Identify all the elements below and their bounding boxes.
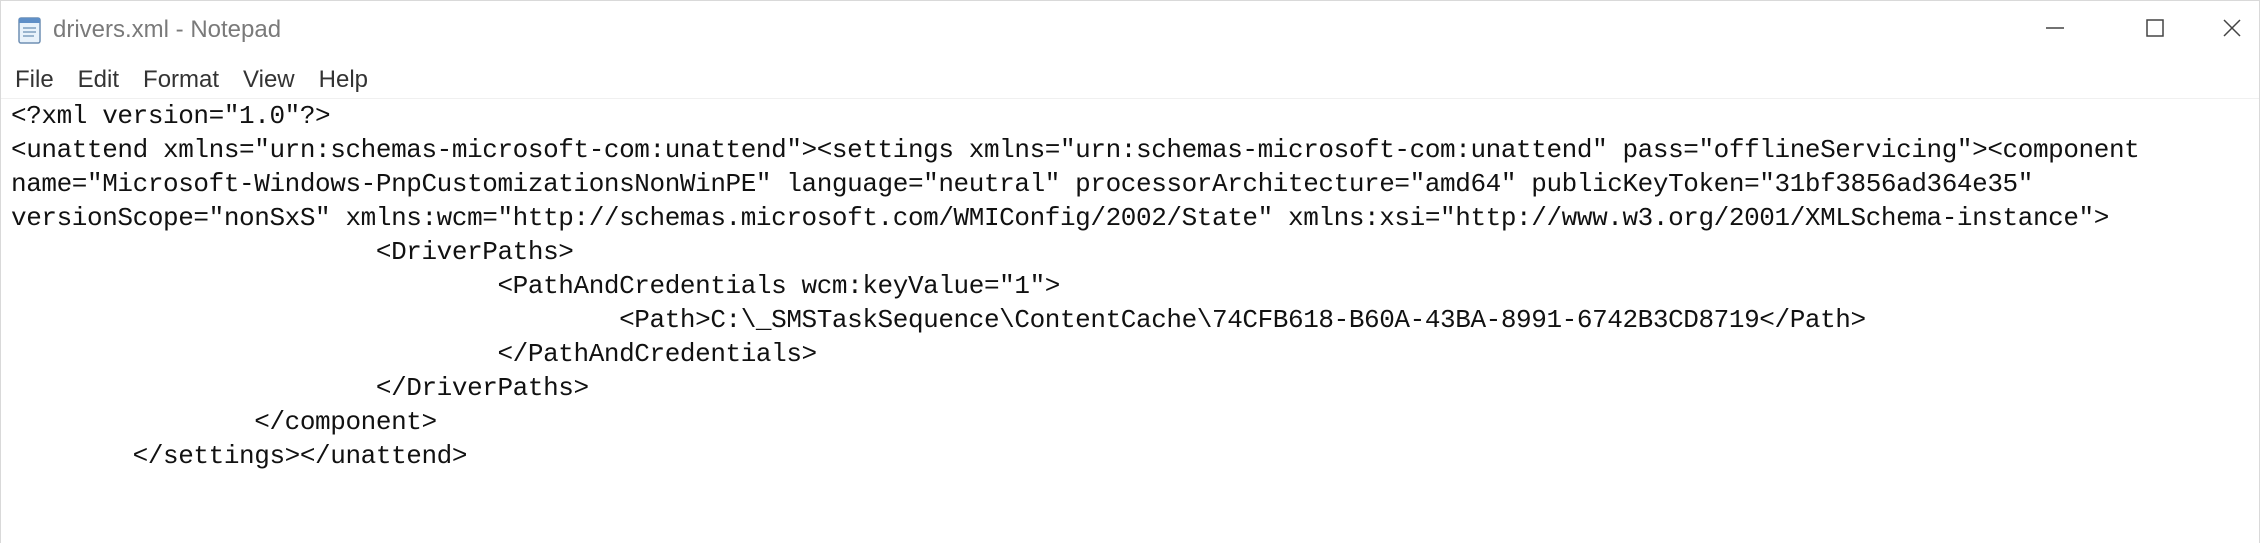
menu-bar: File Edit Format View Help (1, 61, 2259, 99)
window-title: drivers.xml - Notepad (53, 16, 282, 43)
menu-format[interactable]: Format (131, 62, 231, 98)
close-button[interactable] (2205, 1, 2259, 59)
editor-line: name="Microsoft-Windows-PnpCustomization… (11, 169, 2033, 199)
editor-line: <unattend xmlns="urn:schemas-microsoft-c… (11, 135, 2140, 165)
editor-line: <PathAndCredentials wcm:keyValue="1"> (11, 271, 1060, 301)
editor-line: versionScope="nonSxS" xmlns:wcm="http://… (11, 203, 2109, 233)
minimize-icon (2043, 16, 2067, 45)
maximize-button[interactable] (2105, 1, 2205, 59)
menu-edit[interactable]: Edit (66, 62, 131, 98)
editor-line: </DriverPaths> (11, 373, 589, 403)
notepad-window: drivers.xml - Notepad File Edit Format V… (0, 0, 2260, 543)
close-icon (2220, 16, 2244, 45)
text-editor[interactable]: <?xml version="1.0"?> <unattend xmlns="ur… (1, 99, 2259, 543)
editor-line: <?xml version="1.0"?> (11, 101, 331, 131)
minimize-button[interactable] (2005, 1, 2105, 59)
menu-view[interactable]: View (231, 62, 307, 98)
editor-line: </component> (11, 407, 437, 437)
title-bar[interactable]: drivers.xml - Notepad (1, 1, 2259, 59)
editor-content[interactable]: <?xml version="1.0"?> <unattend xmlns="ur… (1, 99, 2259, 473)
editor-line: <Path>C:\_SMSTaskSequence\ContentCache\7… (11, 305, 1866, 335)
maximize-icon (2143, 16, 2167, 45)
editor-line: <DriverPaths> (11, 237, 574, 267)
menu-file[interactable]: File (1, 62, 66, 98)
menu-help[interactable]: Help (307, 62, 380, 98)
editor-line: </settings></unattend> (11, 441, 468, 471)
notepad-icon (15, 15, 45, 45)
editor-line: </PathAndCredentials> (11, 339, 817, 369)
